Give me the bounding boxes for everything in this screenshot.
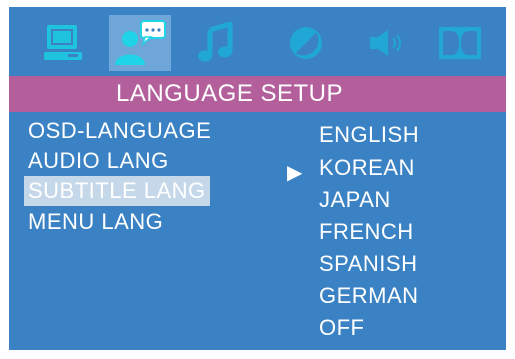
current-option-pointer-icon: ▶ (287, 162, 303, 184)
option-korean[interactable]: KOREAN (319, 153, 415, 183)
setup-menu-screen: LANGUAGE SETUP OSD-LANGUAGE AUDIO LANG S… (9, 7, 506, 350)
tab-speaker-setup[interactable] (357, 15, 419, 71)
tab-audio-setup[interactable] (185, 15, 247, 71)
monitor-icon (44, 25, 82, 60)
speaker-icon (370, 30, 401, 56)
page-title: LANGUAGE SETUP (115, 80, 344, 107)
menu-item-menu-lang[interactable]: MENU LANG (24, 207, 167, 237)
option-english[interactable]: ENGLISH (319, 120, 419, 150)
option-off[interactable]: OFF (319, 313, 365, 343)
option-german[interactable]: GERMAN (319, 281, 419, 311)
option-spanish[interactable]: SPANISH (319, 249, 417, 279)
option-french[interactable]: FRENCH (319, 217, 414, 247)
setup-category-bar (9, 7, 506, 75)
menu-item-subtitle-lang[interactable]: SUBTITLE LANG (24, 176, 210, 206)
tab-video-setup[interactable] (275, 15, 337, 71)
dolby-icon (439, 27, 481, 59)
tab-dolby-setup[interactable] (429, 15, 491, 71)
tab-general-setup[interactable] (32, 15, 94, 71)
person-speech-icon (115, 20, 166, 65)
menu-item-osd-language[interactable]: OSD-LANGUAGE (24, 116, 215, 146)
tab-language-setup[interactable] (109, 15, 171, 71)
menu-title-bar: LANGUAGE SETUP (9, 76, 506, 112)
music-note-icon (198, 22, 233, 62)
contrast-icon (290, 27, 322, 59)
option-japan[interactable]: JAPAN (319, 185, 391, 215)
menu-item-audio-lang[interactable]: AUDIO LANG (24, 146, 173, 176)
